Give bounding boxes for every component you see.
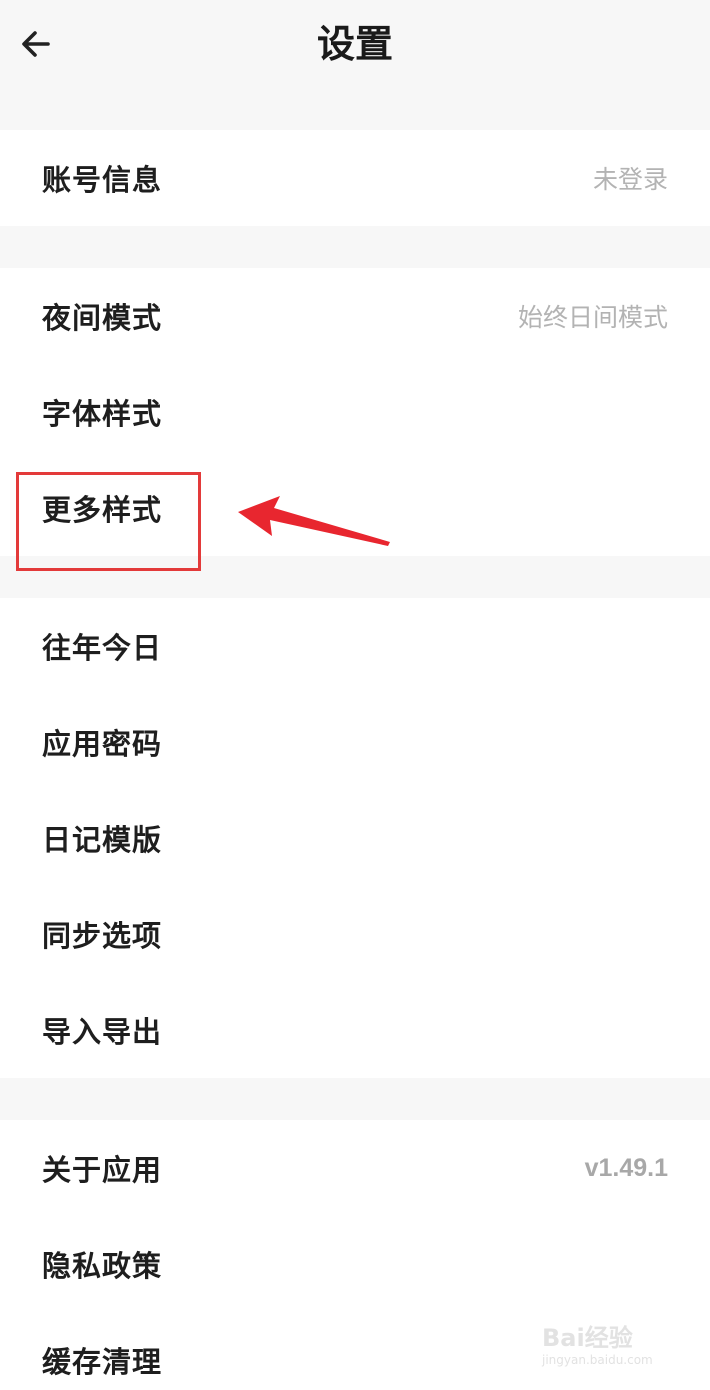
version-value: v1.49.1 <box>584 1153 668 1182</box>
row-value: 始终日间模式 <box>517 303 668 332</box>
row-on-this-day[interactable]: 往年今日 <box>0 598 710 694</box>
row-label: 账号信息 <box>42 163 163 197</box>
row-account-info[interactable]: 账号信息 未登录 <box>0 130 710 226</box>
row-privacy-policy[interactable]: 隐私政策 <box>0 1216 710 1312</box>
row-value: 未登录 <box>592 165 668 194</box>
row-label: 更多样式 <box>42 493 163 527</box>
row-label: 同步选项 <box>42 919 163 953</box>
row-label: 缓存清理 <box>42 1345 163 1379</box>
row-import-export[interactable]: 导入导出 <box>0 982 710 1078</box>
row-sync-options[interactable]: 同步选项 <box>0 886 710 982</box>
row-label: 应用密码 <box>42 727 163 761</box>
row-app-password[interactable]: 应用密码 <box>0 694 710 790</box>
row-label: 关于应用 <box>42 1153 163 1187</box>
page-title: 设置 <box>316 22 393 66</box>
row-clear-cache[interactable]: 缓存清理 <box>0 1312 710 1390</box>
row-about-app[interactable]: 关于应用 v1.49.1 <box>0 1120 710 1216</box>
settings-group-appearance: 夜间模式 始终日间模式 字体样式 更多样式 <box>0 268 710 556</box>
row-label: 夜间模式 <box>42 301 163 335</box>
settings-group-about: 关于应用 v1.49.1 隐私政策 缓存清理 <box>0 1120 710 1390</box>
row-label: 导入导出 <box>42 1015 163 1049</box>
row-night-mode[interactable]: 夜间模式 始终日间模式 <box>0 268 710 364</box>
row-diary-template[interactable]: 日记模版 <box>0 790 710 886</box>
settings-group-features: 往年今日 应用密码 日记模版 同步选项 导入导出 <box>0 598 710 1078</box>
settings-page: 设置 账号信息 未登录 夜间模式 始终日间模式 字体样式 更多样式 往年今日 应… <box>0 0 710 1390</box>
row-label: 日记模版 <box>42 823 163 857</box>
row-font-style[interactable]: 字体样式 <box>0 364 710 460</box>
row-more-styles[interactable]: 更多样式 <box>0 460 710 556</box>
row-label: 字体样式 <box>42 397 163 431</box>
header: 设置 <box>0 0 710 130</box>
settings-group-account: 账号信息 未登录 <box>0 130 710 226</box>
row-label: 往年今日 <box>42 631 163 665</box>
row-label: 隐私政策 <box>42 1249 163 1283</box>
